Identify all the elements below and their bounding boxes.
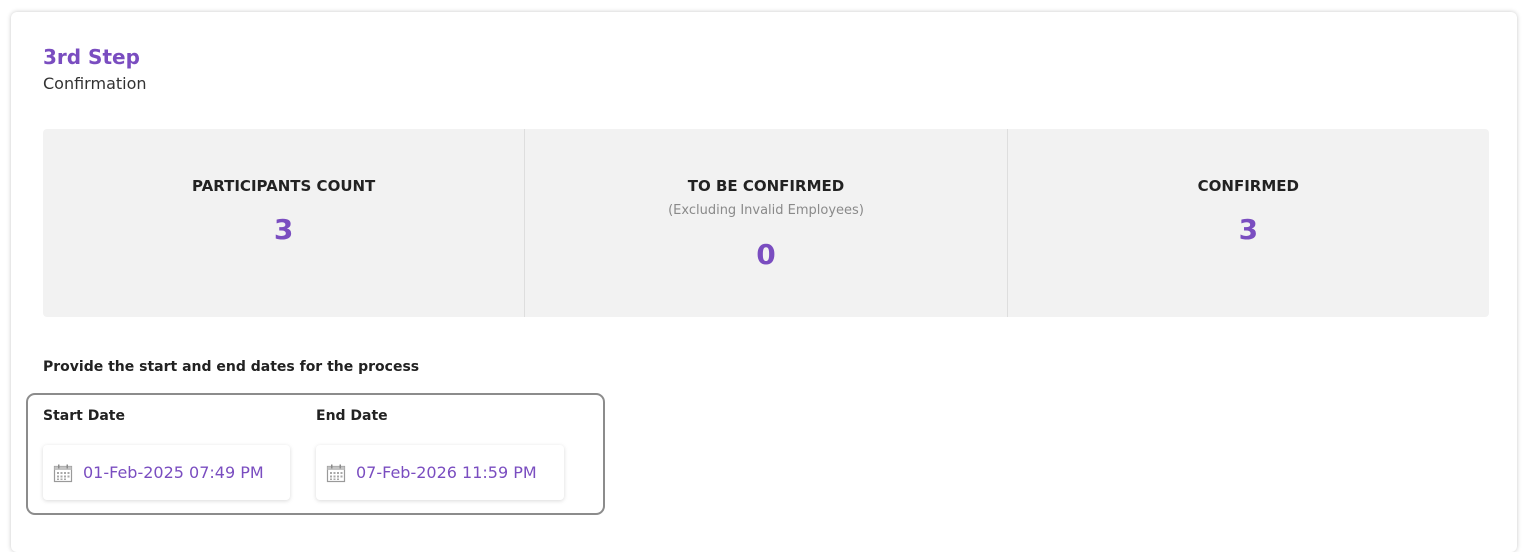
end-date-value: 07-Feb-2026 11:59 PM [356, 463, 537, 482]
calendar-icon [53, 464, 73, 482]
dates-instructions: Provide the start and end dates for the … [43, 359, 420, 375]
stat-value: 0 [756, 238, 776, 271]
calendar-icon [326, 464, 346, 482]
stat-to-be-confirmed: TO BE CONFIRMED (Excluding Invalid Emplo… [524, 129, 1006, 317]
stat-value: 3 [273, 213, 294, 246]
start-date-value: 01-Feb-2025 07:49 PM [83, 463, 264, 482]
start-date-input[interactable]: 01-Feb-2025 07:49 PM [43, 445, 290, 500]
step-title: 3rd Step [43, 45, 140, 69]
stats-panel: PARTICIPANTS COUNT 3 TO BE CONFIRMED (Ex… [43, 129, 1489, 317]
stat-label: CONFIRMED [1197, 177, 1299, 195]
stat-label: TO BE CONFIRMED [687, 177, 845, 195]
confirmation-card: 3rd Step Confirmation PARTICIPANTS COUNT… [11, 12, 1517, 552]
end-date-label: End Date [316, 408, 388, 424]
step-subtitle: Confirmation [43, 74, 147, 93]
stat-participants-count: PARTICIPANTS COUNT 3 [43, 129, 524, 317]
stat-value: 3 [1238, 213, 1259, 246]
start-date-label: Start Date [43, 408, 125, 424]
stat-label: PARTICIPANTS COUNT [192, 177, 376, 195]
stat-note: (Excluding Invalid Employees) [668, 203, 864, 218]
stat-confirmed: CONFIRMED 3 [1006, 129, 1489, 317]
end-date-input[interactable]: 07-Feb-2026 11:59 PM [316, 445, 564, 500]
